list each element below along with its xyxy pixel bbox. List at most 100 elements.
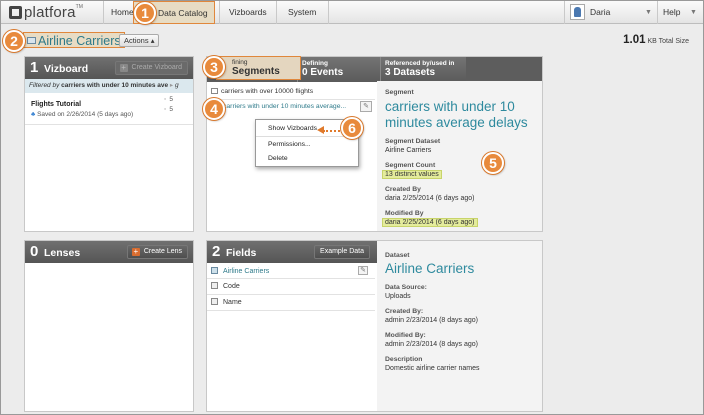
vizboard-item-saved: ♣ Saved on 2/26/2014 (5 days ago) — [31, 111, 133, 118]
example-data-button[interactable]: Example Data — [314, 245, 370, 259]
arrow-head-icon — [317, 126, 324, 134]
callout-marker-3: 3 — [203, 56, 225, 78]
menu-permissions[interactable]: Permissions... — [268, 141, 311, 148]
chevron-up-icon: ▴ — [150, 36, 155, 45]
field-edit-button[interactable]: ✎ — [358, 266, 368, 275]
field-icon — [211, 298, 218, 305]
vizboard-panel-title: Vizboard — [44, 63, 89, 75]
filter-value: carriers with under 10 minutes ave — [61, 82, 169, 89]
callout-marker-6: 6 — [341, 117, 363, 139]
vizboard-item-count-a: 5 — [169, 96, 173, 103]
segment-name: carriers with under 10 minutes average..… — [223, 103, 347, 110]
platfora-logo[interactable]: platfora TM — [9, 4, 83, 21]
dataset-detail-title: Airline Carriers — [385, 261, 475, 276]
app-window: platfora TM Home Data Catalog Vizboards … — [0, 0, 704, 415]
nav-divider — [103, 1, 104, 24]
segment-detail: Segment carriers with under 10 minutes a… — [377, 81, 542, 231]
callout-marker-1: 1 — [134, 2, 156, 24]
saved-icon: ♣ — [31, 111, 36, 118]
segment-created-value: daria 2/25/2014 (6 days ago) — [385, 195, 475, 202]
dataset-name: Airline Carriers — [38, 34, 121, 48]
segment-count-label: Segment Count — [385, 162, 436, 169]
create-vizboard-label: Create Vizboard — [131, 64, 182, 71]
vizboard-item-title: Flights Tutorial — [31, 101, 82, 108]
filter-separator-icon: ▸ — [169, 82, 174, 89]
divider — [207, 99, 375, 100]
vizboard-count: 1 — [30, 59, 39, 76]
tab-defining-events[interactable]: Defining 0 Events — [297, 57, 382, 82]
user-menu[interactable]: Daria ▼ — [564, 1, 658, 24]
segment-edit-button[interactable]: ✎ — [360, 101, 372, 112]
nav-divider — [276, 1, 277, 24]
divider — [207, 278, 375, 279]
segment-dataset-label: Segment Dataset — [385, 138, 441, 145]
lenses-panel: 0 Lenses + Create Lens — [24, 240, 194, 412]
data-source-label: Data Source: — [385, 284, 427, 291]
segment-name: carriers with over 10000 flights — [221, 88, 314, 95]
help-menu[interactable]: Help — [663, 1, 680, 24]
divider — [25, 124, 193, 125]
dataset-icon — [27, 37, 36, 44]
nav-system[interactable]: System — [288, 1, 316, 24]
divider — [207, 294, 375, 295]
fields-panel-title: Fields — [226, 247, 257, 259]
chevron-down-icon: ▼ — [645, 9, 652, 16]
create-lens-button[interactable]: + Create Lens — [126, 245, 188, 259]
lenses-panel-header: 0 Lenses + Create Lens — [25, 241, 193, 263]
total-size: 1.01 KB Total Size — [623, 34, 689, 46]
tab-segments-bottom: Segments — [232, 66, 280, 77]
logo-trademark: TM — [75, 3, 83, 10]
segment-created-label: Created By — [385, 186, 421, 193]
pencil-icon: ✎ — [360, 267, 366, 274]
create-lens-label: Create Lens — [143, 248, 182, 255]
vizboard-item-count: ▫ 5 — [164, 96, 173, 103]
menu-divider — [256, 136, 358, 137]
segment-modified-value: daria 2/25/2014 (6 days ago) — [382, 218, 478, 227]
field-row[interactable]: Code — [211, 282, 240, 290]
vizboard-item-count-b: 5 — [169, 106, 173, 113]
segment-list-item-selected[interactable]: carriers with under 10 minutes average..… — [223, 103, 346, 110]
total-size-unit: KB Total Size — [647, 38, 689, 45]
vizboard-list-item[interactable]: Flights Tutorial ♣ Saved on 2/26/2014 (5… — [31, 101, 133, 118]
field-row-selected[interactable]: Airline Carriers — [211, 267, 269, 275]
callout-marker-2: 2 — [3, 30, 25, 52]
segment-detail-title: carriers with under 10 minutes average d… — [385, 99, 528, 130]
description-value: Domestic airline carrier names — [385, 365, 480, 372]
callout-arrow — [323, 130, 343, 132]
filter-suffix: g — [175, 82, 179, 89]
callout-marker-5: 5 — [482, 152, 504, 174]
top-nav: platfora TM Home Data Catalog Vizboards … — [1, 1, 703, 24]
callout-marker-4: 4 — [203, 98, 225, 120]
nav-vizboards[interactable]: Vizboards — [229, 1, 267, 24]
nav-home[interactable]: Home — [111, 1, 134, 24]
vizboard-item-saved-text: Saved on 2/26/2014 (5 days ago) — [37, 111, 134, 118]
segment-modified-highlight: daria 2/25/2014 (6 days ago) — [382, 218, 478, 227]
example-data-label: Example Data — [320, 248, 364, 255]
menu-delete[interactable]: Delete — [268, 155, 288, 162]
dataset-icon — [211, 267, 218, 274]
dataset-modified-value: admin 2/23/2014 (8 days ago) — [385, 341, 479, 348]
pencil-icon: ✎ — [363, 103, 369, 110]
user-name: Daria — [590, 7, 611, 17]
description-label: Description — [385, 356, 423, 363]
tab-segments-top: fining — [232, 59, 248, 66]
nav-divider — [328, 1, 329, 24]
actions-button[interactable]: Actions ▴ — [119, 34, 160, 47]
chevron-down-icon[interactable]: ▼ — [690, 1, 697, 24]
menu-show-vizboards[interactable]: Show Vizboards — [268, 125, 317, 132]
tab-referenced-datasets[interactable]: Referenced by/used in 3 Datasets — [380, 57, 466, 82]
segment-modified-label: Modified By — [385, 210, 424, 217]
field-icon — [211, 282, 218, 289]
actions-label: Actions — [124, 36, 149, 45]
tab-segments[interactable]: fining Segments — [216, 56, 301, 80]
data-source-value: Uploads — [385, 293, 411, 300]
logo-text: platfora — [24, 4, 76, 21]
plus-icon: + — [131, 247, 140, 256]
field-row[interactable]: Name — [211, 298, 242, 306]
lenses-count: 0 — [30, 243, 39, 260]
logo-icon — [9, 6, 22, 19]
segment-list-item[interactable]: carriers with over 10000 flights — [211, 88, 313, 95]
create-vizboard-button[interactable]: + Create Vizboard — [114, 61, 188, 75]
field-name: Code — [223, 283, 240, 290]
tab-referenced-top: Referenced by/used in — [385, 60, 455, 67]
